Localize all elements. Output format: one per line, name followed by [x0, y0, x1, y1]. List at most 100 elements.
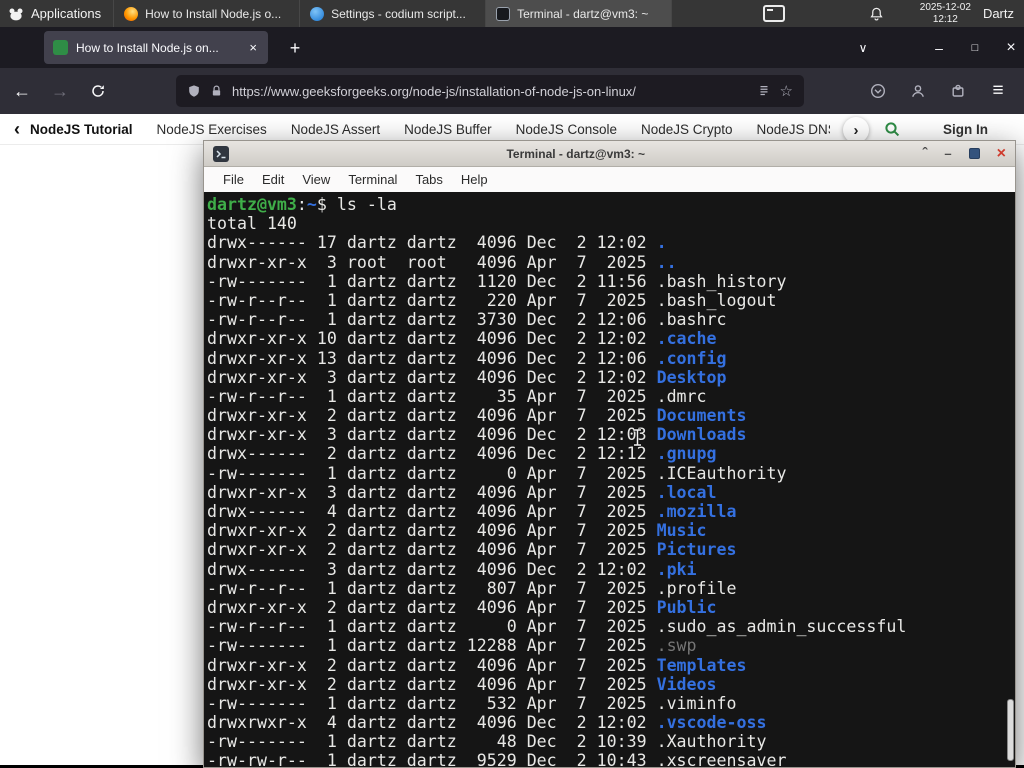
window-minimize-button[interactable]: – [924, 33, 954, 63]
terminal-screen[interactable]: dartz@vm3:~$ ls -la total 140 drwx------… [204, 192, 1015, 767]
window-close-button[interactable]: × [996, 33, 1024, 63]
terminal-titlebar[interactable]: Terminal - dartz@vm3: ~ ˆ – × [204, 141, 1015, 167]
firefox-icon [124, 6, 139, 21]
reader-mode-icon[interactable] [757, 84, 771, 98]
ls-row: -rw------- 1 dartz dartz 0 Apr 7 2025 .I… [207, 464, 1015, 483]
terminal-menubar: File Edit View Terminal Tabs Help [204, 167, 1015, 192]
ls-row: drwxr-xr-x 2 dartz dartz 4096 Apr 7 2025… [207, 656, 1015, 675]
applications-menu[interactable]: Applications [0, 0, 113, 27]
ls-row-meta: drwxr-xr-x 13 dartz dartz 4096 Dec 2 12:… [207, 348, 657, 368]
ls-file-name: . [656, 233, 667, 253]
desktop: Applications How to Install Node.js o...… [0, 0, 1024, 768]
terminal-menu-item[interactable]: Tabs [406, 172, 451, 187]
ls-row-meta: drwxr-xr-x 2 dartz dartz 4096 Apr 7 2025 [207, 406, 657, 426]
site-nav-link[interactable]: NodeJS Console [516, 122, 617, 137]
ls-row: drwx------ 17 dartz dartz 4096 Dec 2 12:… [207, 233, 1015, 252]
ls-row-meta: drwxr-xr-x 2 dartz dartz 4096 Apr 7 2025 [207, 540, 657, 560]
site-nav-link[interactable]: NodeJS Crypto [641, 122, 733, 137]
ls-file-name: .Xauthority [656, 732, 767, 752]
site-nav-link[interactable]: NodeJS Exercises [157, 122, 267, 137]
ls-row-meta: drwxr-xr-x 3 dartz dartz 4096 Dec 2 12:0… [207, 425, 657, 445]
site-nav-links: NodeJS Tutorial NodeJS Exercises NodeJS As… [30, 122, 830, 137]
terminal-minimize-button[interactable]: – [944, 147, 951, 160]
ls-row: drwxr-xr-x 3 root root 4096 Apr 7 2025 .… [207, 253, 1015, 272]
site-nav-link[interactable]: NodeJS DNS [757, 122, 830, 137]
ls-row-meta: -rw------- 1 dartz dartz 12288 Apr 7 202… [207, 636, 657, 656]
site-nav-link[interactable]: NodeJS Buffer [404, 122, 492, 137]
ls-file-name: Public [656, 597, 717, 617]
bookmark-star-icon[interactable]: ☆ [780, 82, 793, 100]
site-nav-link[interactable]: NodeJS Tutorial [30, 122, 133, 137]
ls-row-meta: -rw------- 1 dartz dartz 48 Dec 2 10:39 [207, 732, 657, 752]
ls-row: -rw------- 1 dartz dartz 532 Apr 7 2025 … [207, 694, 1015, 713]
ls-file-name: .. [656, 252, 677, 272]
list-tabs-icon[interactable]: ∨ [848, 33, 878, 63]
window-maximize-button[interactable]: □ [960, 33, 990, 63]
window-button-list: How to Install Node.js o... Settings - c… [113, 0, 673, 27]
tracking-shield-icon[interactable] [187, 84, 201, 98]
clock-date: 2025-12-02 [919, 2, 971, 13]
back-button[interactable]: ← [6, 75, 38, 107]
ls-row-meta: drwxr-xr-x 10 dartz dartz 4096 Dec 2 12:… [207, 329, 657, 349]
taskbar-button-browser[interactable]: How to Install Node.js o... [114, 0, 301, 27]
terminal-menu-item[interactable]: File [214, 172, 253, 187]
extensions-icon[interactable] [942, 75, 974, 107]
ls-row-meta: -rw------- 1 dartz dartz 532 Apr 7 2025 [207, 693, 657, 713]
browser-tab[interactable]: How to Install Node.js on... × [44, 31, 268, 64]
nav-scroll-left-icon[interactable]: ‹ [0, 119, 30, 140]
pocket-icon[interactable] [862, 75, 894, 107]
ls-row: drwxr-xr-x 10 dartz dartz 4096 Dec 2 12:… [207, 329, 1015, 348]
terminal-scrollbar-thumb[interactable] [1007, 699, 1014, 761]
ls-file-name: .cache [656, 329, 717, 349]
ls-row-meta: drwxr-xr-x 3 root root 4096 Apr 7 2025 [207, 252, 657, 272]
ls-file-name: Downloads [656, 425, 747, 445]
ls-file-name: Desktop [656, 367, 727, 387]
terminal-menu-item[interactable]: View [293, 172, 339, 187]
tab-close-icon[interactable]: × [247, 40, 259, 55]
site-nav-link[interactable]: NodeJS Assert [291, 122, 380, 137]
system-tray: 2025-12-02 12:12 Dartz [762, 2, 1024, 25]
terminal-total-line: total 140 [207, 214, 297, 234]
tab-title: How to Install Node.js on... [76, 40, 219, 55]
terminal-close-button[interactable]: × [997, 145, 1006, 162]
ls-row: drwxr-xr-x 2 dartz dartz 4096 Apr 7 2025… [207, 540, 1015, 559]
ls-row-meta: drwxr-xr-x 2 dartz dartz 4096 Apr 7 2025 [207, 521, 657, 541]
ls-row: -rw-rw-r-- 1 dartz dartz 9529 Dec 2 10:4… [207, 751, 1015, 767]
terminal-shade-button[interactable]: ˆ [922, 146, 927, 161]
terminal-menu-item[interactable]: Help [452, 172, 497, 187]
ls-row: -rw------- 1 dartz dartz 1120 Dec 2 11:5… [207, 272, 1015, 291]
url-bar[interactable]: https://www.geeksforgeeks.org/node-js/in… [176, 75, 804, 107]
ls-file-name: .bash_logout [656, 290, 777, 310]
menu-icon[interactable]: ≡ [982, 75, 1014, 107]
tray-window-icon[interactable] [762, 5, 785, 22]
ls-row-meta: -rw------- 1 dartz dartz 0 Apr 7 2025 [207, 463, 657, 483]
ls-row: -rw-r--r-- 1 dartz dartz 3730 Dec 2 12:0… [207, 310, 1015, 329]
ls-file-name: .local [656, 482, 717, 502]
ls-row: drwxr-xr-x 3 dartz dartz 4096 Dec 2 12:0… [207, 368, 1015, 387]
new-tab-button[interactable]: + [280, 33, 310, 63]
ls-row: drwxr-xr-x 2 dartz dartz 4096 Apr 7 2025… [207, 675, 1015, 694]
panel-username: Dartz [982, 6, 1014, 21]
ls-row: drwxr-xr-x 2 dartz dartz 4096 Apr 7 2025… [207, 521, 1015, 540]
ls-row-meta: drwxr-xr-x 2 dartz dartz 4096 Apr 7 2025 [207, 674, 657, 694]
ls-file-name: .pki [656, 559, 697, 579]
terminal-menu-item[interactable]: Edit [253, 172, 293, 187]
ls-row: drwxr-xr-x 13 dartz dartz 4096 Dec 2 12:… [207, 349, 1015, 368]
ls-row-meta: -rw-r--r-- 1 dartz dartz 35 Apr 7 2025 [207, 386, 657, 406]
terminal-maximize-button[interactable] [968, 148, 980, 159]
applications-label: Applications [31, 6, 102, 21]
reload-button[interactable] [82, 75, 114, 107]
mouse-cursor [634, 428, 641, 447]
ls-row-meta: -rw-r--r-- 1 dartz dartz 3730 Dec 2 12:0… [207, 310, 657, 330]
ls-row: drwxrwxr-x 4 dartz dartz 4096 Dec 2 12:0… [207, 713, 1015, 732]
account-icon[interactable] [902, 75, 934, 107]
taskbar-button-codium[interactable]: Settings - codium script... [300, 0, 487, 27]
notification-bell-icon[interactable] [869, 6, 884, 22]
taskbar-button-terminal[interactable]: Terminal - dartz@vm3: ~ [486, 0, 673, 27]
clock[interactable]: 2025-12-02 12:12 [912, 2, 979, 25]
forward-button[interactable]: → [44, 75, 76, 107]
ls-row: drwxr-xr-x 2 dartz dartz 4096 Apr 7 2025… [207, 598, 1015, 617]
lock-icon[interactable] [210, 84, 223, 98]
terminal-menu-item[interactable]: Terminal [339, 172, 406, 187]
toolbar-right-icons: ≡ [862, 75, 1018, 107]
